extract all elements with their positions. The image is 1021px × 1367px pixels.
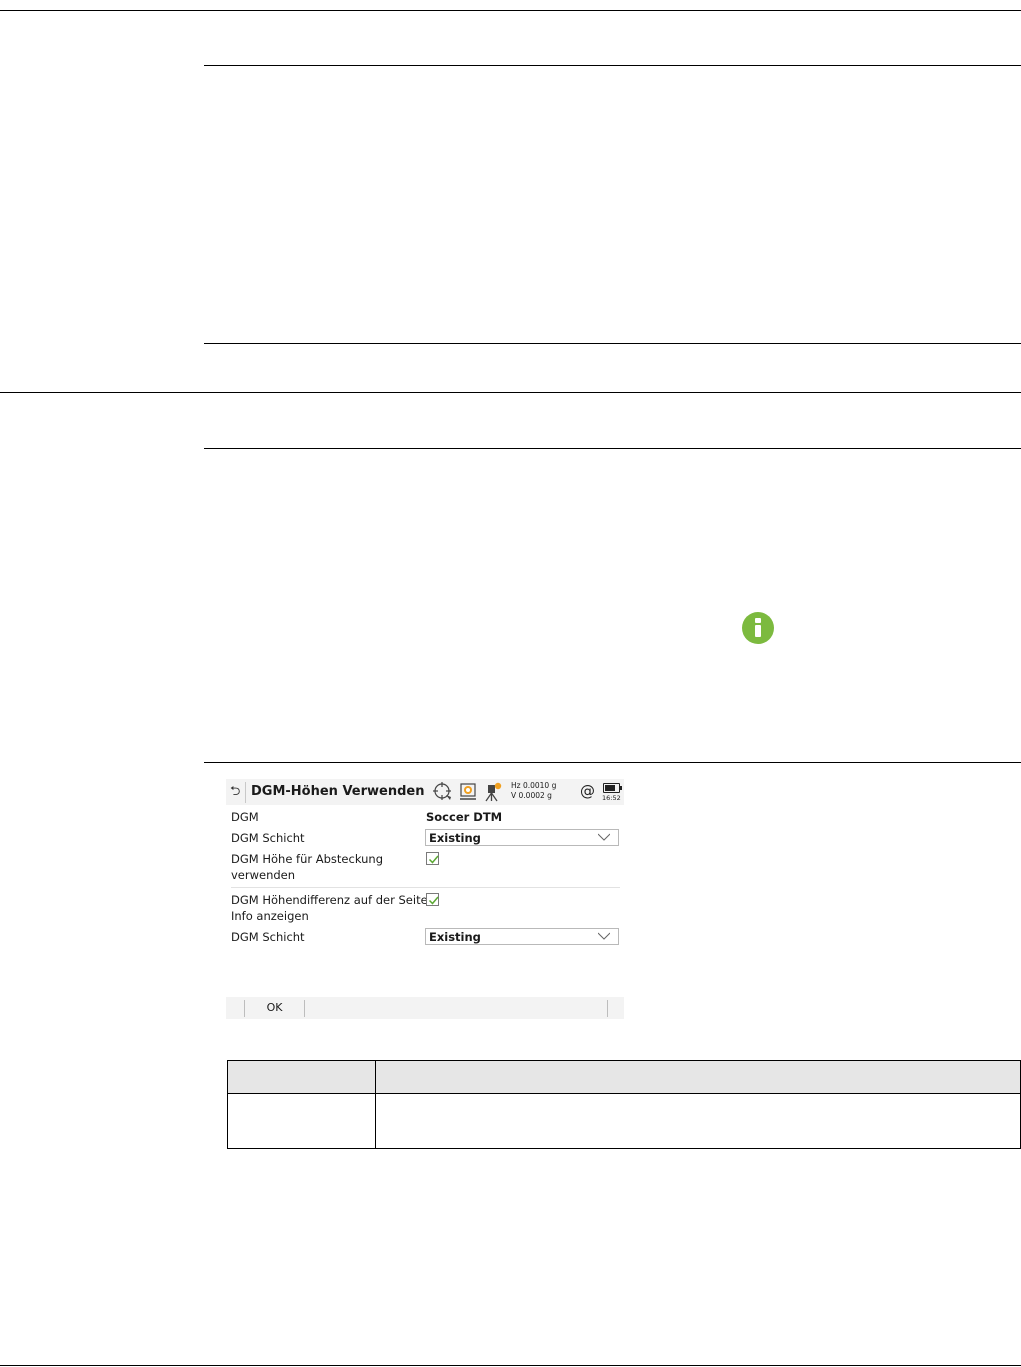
table-header [228,1061,1020,1094]
use-dtm-height-label-line1: DGM Höhe für Absteckung [231,852,384,866]
dgm-schicht-value-2: Existing [429,930,481,944]
info-icon [742,612,774,644]
chevron-down-icon [598,932,610,940]
clock: 16:52 [602,794,621,802]
at-icon[interactable]: @ [580,782,595,800]
show-height-diff-label-line1: DGM Höhendifferenz auf der Seite [231,893,428,907]
angle-readout: Hz 0.0010 g V 0.0002 g [511,781,556,801]
title-bar: ⮌ DGM-Höhen Verwenden Hz 0.0010 g V 0.00… [226,779,624,805]
section-rule [204,343,1021,344]
table-column-divider [375,1061,376,1148]
title-separator [245,782,246,803]
row-separator [231,887,620,888]
instrument-screen: ⮌ DGM-Höhen Verwenden Hz 0.0010 g V 0.00… [226,779,624,1019]
total-station-icon[interactable] [482,782,502,802]
section-rule [204,762,1021,763]
softkey-separator [607,1000,608,1017]
checkmark-icon [428,855,439,864]
back-arrow-icon[interactable]: ⮌ [230,784,244,800]
battery-icon [603,783,622,793]
checkmark-icon [428,896,439,905]
use-dtm-height-checkbox[interactable] [426,852,439,865]
dgm-schicht-label-2: DGM Schicht [231,930,305,944]
dgm-schicht-label: DGM Schicht [231,831,305,845]
v-readout: V 0.0002 g [511,791,552,800]
section-divider [0,392,1021,393]
section-rule [204,448,1021,449]
bottom-rule [0,1365,1021,1366]
dgm-value: Soccer DTM [426,810,503,824]
show-height-diff-label-line2: Info anzeigen [231,909,309,923]
softkey-separator [304,1000,305,1017]
dgm-schicht-dropdown-2[interactable]: Existing [425,928,619,945]
hz-readout: Hz 0.0010 g [511,781,557,790]
description-table [227,1060,1021,1149]
chevron-down-icon [598,833,610,841]
section-rule [204,65,1021,66]
top-rule [0,10,1021,11]
ok-button[interactable]: OK [245,997,304,1019]
softkey-bar: OK [226,997,624,1019]
dgm-label: DGM [231,810,259,824]
use-dtm-height-label-line2: verwenden [231,868,296,882]
target-crosshair-icon[interactable] [433,782,453,802]
show-height-diff-checkbox[interactable] [426,893,439,906]
screen-title: DGM-Höhen Verwenden [251,784,425,799]
prism-target-icon[interactable] [458,782,478,802]
dgm-schicht-dropdown[interactable]: Existing [425,829,619,846]
dgm-schicht-value: Existing [429,831,481,845]
